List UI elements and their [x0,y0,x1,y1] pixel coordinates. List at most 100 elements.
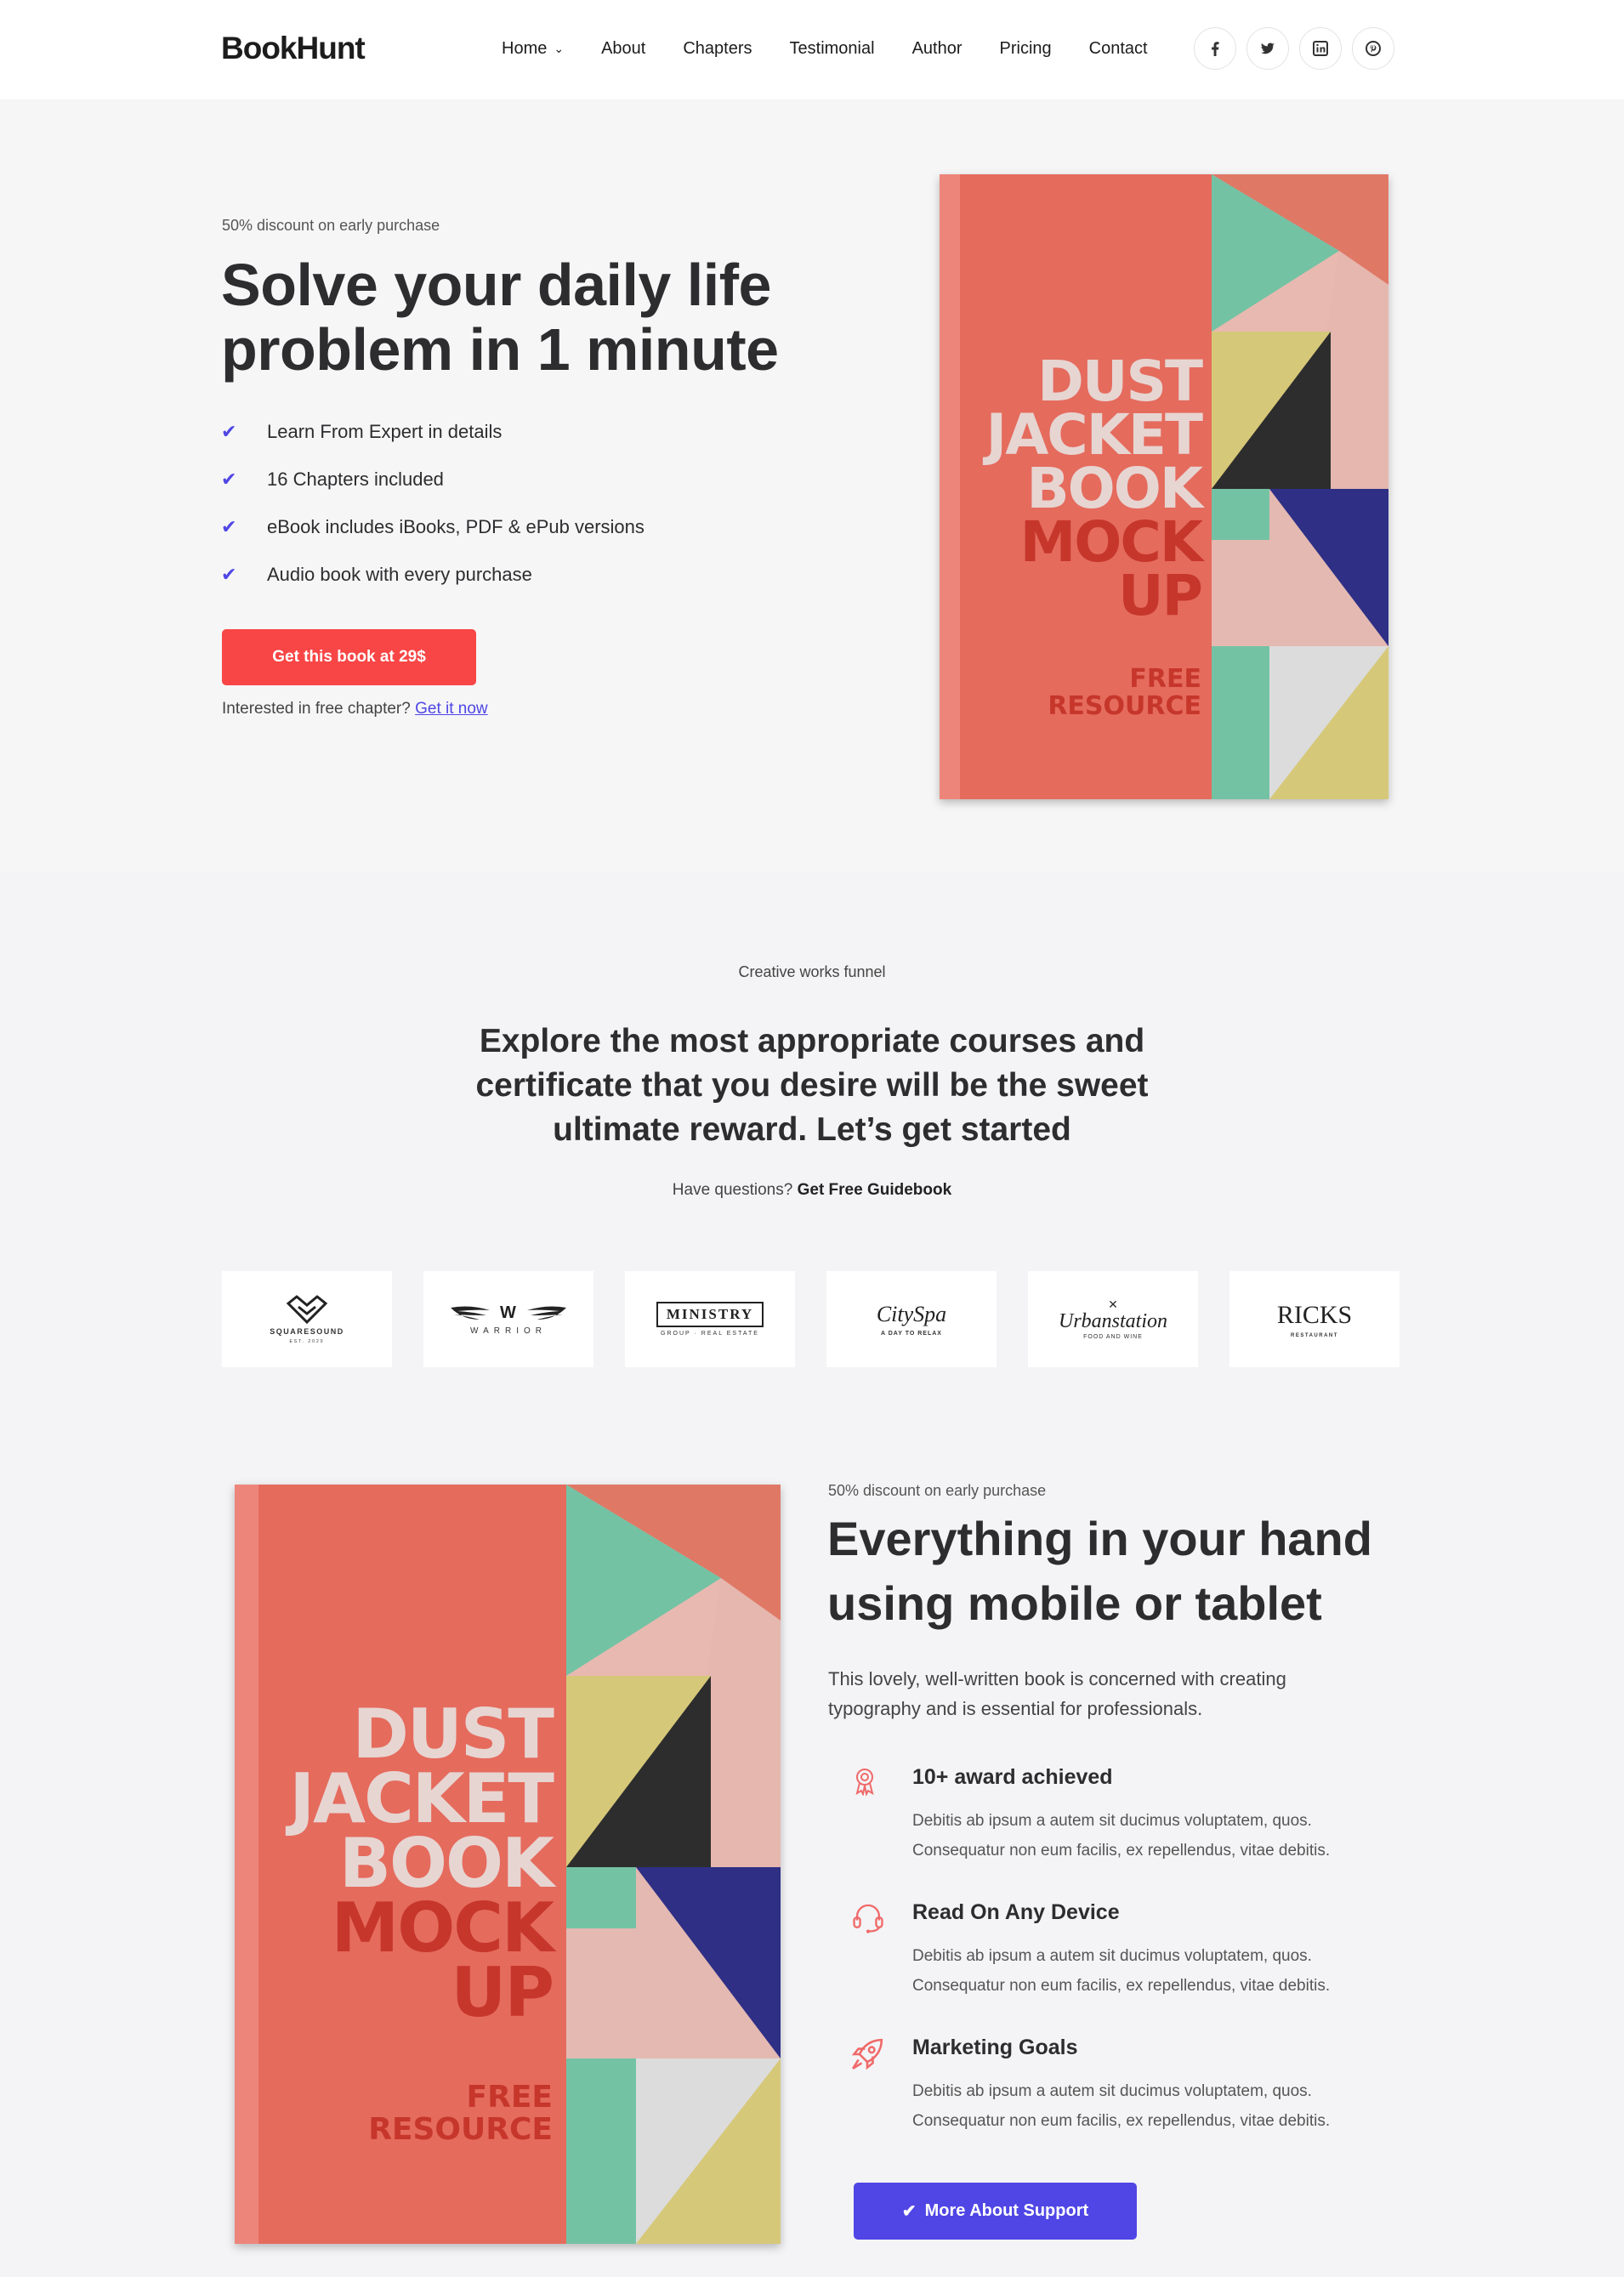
main-menu: Home ⌄ About Chapters Testimonial Author … [502,39,1185,59]
question-text: Have questions? [672,1181,793,1199]
hero-checklist: ✔ Learn From Expert in details ✔ 16 Chapte… [221,421,644,611]
cover-line: JACKET [985,402,1203,468]
cover-line: JACKET [289,1759,554,1838]
cover-line: UP [451,1953,554,2032]
cover-line: BOOK [1026,456,1203,521]
checklist-text: Audio book with every purchase [267,564,532,585]
cover-free-text: FREE RESOURCE [1048,666,1201,720]
support-button-label: More About Support [924,2201,1089,2220]
partner-logo[interactable]: MINISTRY GROUP · REAL ESTATE [625,1271,795,1367]
check-icon: ✔ [221,564,237,585]
get-it-now-link[interactable]: Get it now [415,700,488,718]
cover-text: DUST JACKET BOOK MOCK UP [289,1695,554,2032]
feature-eyebrow: 50% discount on early purchase [828,1482,1047,1499]
feature-title: Everything in your hand using mobile or … [827,1512,1372,1630]
linkedin-icon[interactable] [1299,27,1342,70]
check-icon: ✔ [221,421,237,442]
cover-line: BOOK [339,1824,554,1903]
cover-line: FREE [466,2080,554,2115]
checklist-text: Learn From Expert in details [267,421,503,442]
feature-text: Debitis ab ipsum a autem sit ducimus vol… [912,1812,1331,1860]
partner-name: CitySpa [876,1302,947,1326]
nav-item-testimonial[interactable]: Testimonial [790,39,875,59]
check-icon: ✔ [221,516,237,537]
feature-title-text: Read On Any Device [912,1900,1120,1924]
book-cover-image-large: DUST JACKET BOOK MOCK UP FREE RESOURCE [235,1485,781,2244]
partner-sub: WARRIOR [470,1326,547,1336]
wing-icon [451,1306,491,1320]
nav-item-chapters[interactable]: Chapters [683,39,752,59]
partner-logo[interactable]: RICKS RESTAURANT [1229,1271,1400,1367]
partner-name: Urbanstation [1058,1310,1167,1332]
wing-icon [526,1306,566,1320]
facebook-icon[interactable] [1194,27,1236,70]
fork-knife-icon: ✕ [1108,1297,1118,1311]
chevron-down-icon: ⌄ [554,42,565,55]
feature-item: Marketing Goals Debitis ab ipsum a autem… [850,2036,1403,2146]
cover-line: MOCK [331,1888,554,1968]
partner-logo[interactable]: W WARRIOR [423,1271,593,1367]
hero-title: Solve your daily life problem in 1 minut… [221,252,779,383]
feature-text: Debitis ab ipsum a autem sit ducimus vol… [912,1947,1331,1995]
feature-text: Debitis ab ipsum a autem sit ducimus vol… [912,2082,1331,2130]
cover-line: DUST [1037,349,1203,414]
partner-sub: A DAY TO RELAX [881,1331,942,1337]
buy-book-button[interactable]: Get this book at 29$ [222,629,476,685]
partner-logo[interactable]: CitySpa A DAY TO RELAX [826,1271,997,1367]
cover-free-text: FREE RESOURCE [368,2081,553,2146]
twitter-icon[interactable] [1246,27,1289,70]
courses-title: Explore the most appropriate courses and… [475,1023,1149,1148]
checklist-text: 16 Chapters included [267,468,444,490]
site-logo[interactable]: BookHunt [221,31,366,66]
list-item: ✔ Learn From Expert in details [221,421,644,468]
list-item: ✔ 16 Chapters included [221,468,644,516]
nav-item-contact[interactable]: Contact [1089,39,1148,59]
cover-line: UP [1118,563,1203,628]
feature-item: 10+ award achieved Debitis ab ipsum a au… [850,1765,1403,1876]
hero-eyebrow: 50% discount on early purchase [222,217,440,234]
partner-sub: FOOD AND WINE [1083,1334,1143,1340]
cover-line: MOCK [1019,509,1203,575]
courses-question: Have questions? Get Free Guidebook [0,1181,1624,1200]
headset-icon [853,1904,883,1933]
top-navbar: BookHunt Home ⌄ About Chapters Testimonia… [0,0,1624,99]
partner-name: MINISTRY [666,1306,754,1322]
cover-line: FREE [1129,664,1201,694]
courses-eyebrow: Creative works funnel [738,963,886,980]
check-icon: ✔ [901,2202,917,2221]
free-chapter-text: Interested in free chapter? [222,700,411,718]
partner-name: W [500,1303,517,1322]
award-icon [855,1769,874,1796]
feature-description: This lovely, well-written book is concer… [828,1668,1286,1719]
partner-logos: SQUARESOUND EST. 2020 W WARRIOR MINISTRY… [222,1271,1400,1367]
check-icon: ✔ [221,468,237,490]
ministry-mark: MINISTRY [656,1302,764,1327]
pinterest-icon[interactable] [1352,27,1394,70]
nav-item-label: Home [502,39,548,58]
nav-item-pricing[interactable]: Pricing [1000,39,1052,59]
nav-item-home[interactable]: Home ⌄ [502,39,564,59]
partner-logo[interactable]: SQUARESOUND EST. 2020 [222,1271,392,1367]
checklist-text: eBook includes iBooks, PDF & ePub versio… [267,516,644,537]
partner-logo[interactable]: ✕ Urbanstation FOOD AND WINE [1028,1271,1198,1367]
cover-text: DUST JACKET BOOK MOCK UP [985,349,1203,628]
partner-sub: RESTAURANT [1291,1332,1338,1338]
partner-sub: GROUP · REAL ESTATE [661,1331,759,1337]
nav-item-about[interactable]: About [601,39,645,59]
partner-name: RICKS [1276,1300,1353,1329]
free-chapter-line: Interested in free chapter? Get it now [222,700,488,718]
cover-line: DUST [352,1695,554,1774]
list-item: ✔ eBook includes iBooks, PDF & ePub versi… [221,516,644,564]
feature-title-text: 10+ award achieved [912,1765,1113,1789]
partner-name: SQUARESOUND [270,1326,344,1336]
cover-line: RESOURCE [368,2112,553,2147]
free-guidebook-link[interactable]: Get Free Guidebook [798,1181,952,1199]
list-item: ✔ Audio book with every purchase [221,564,644,611]
social-links [1194,27,1394,70]
partner-sub: EST. 2020 [289,1338,325,1344]
more-about-support-button[interactable]: ✔ More About Support [854,2183,1137,2240]
rocket-icon [851,2038,883,2070]
nav-item-author[interactable]: Author [912,39,962,59]
hero-section: 50% discount on early purchase Solve you… [0,99,1624,872]
feature-title-text: Marketing Goals [912,2036,1078,2059]
